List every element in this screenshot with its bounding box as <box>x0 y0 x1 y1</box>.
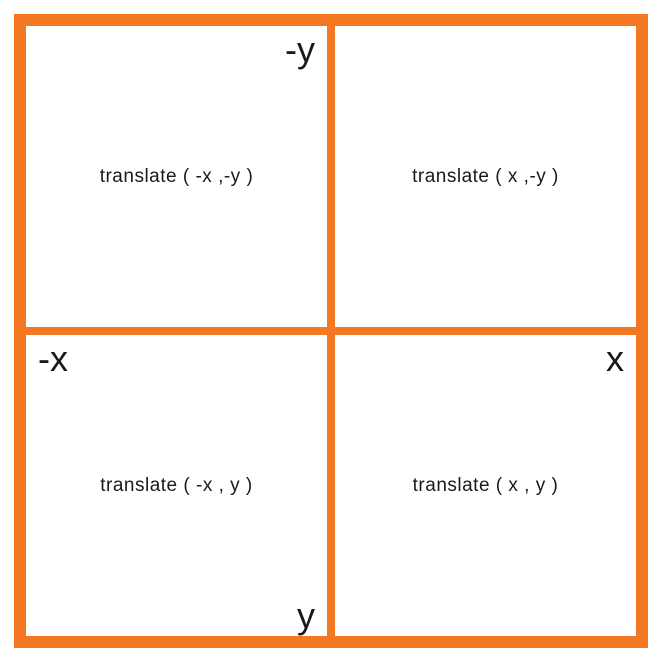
axis-label-neg-x: -x <box>38 341 68 377</box>
axis-label-pos-x: x <box>606 341 624 377</box>
cell-label-q4: translate ( x , y ) <box>413 475 559 497</box>
cell-label-q3: translate ( -x , y ) <box>100 475 253 497</box>
axis-label-pos-y: y <box>297 598 315 634</box>
cell-top-right: translate ( x ,-y ) <box>331 22 640 331</box>
axis-label-neg-y: -y <box>285 32 315 68</box>
cell-label-q2: translate ( -x ,-y ) <box>100 166 254 188</box>
cell-label-q1: translate ( x ,-y ) <box>412 166 559 188</box>
translate-quadrant-grid: -y translate ( -x ,-y ) translate ( x ,-… <box>14 14 648 648</box>
cell-bottom-left: -x translate ( -x , y ) y <box>22 331 331 640</box>
cell-bottom-right: x translate ( x , y ) <box>331 331 640 640</box>
cell-top-left: -y translate ( -x ,-y ) <box>22 22 331 331</box>
